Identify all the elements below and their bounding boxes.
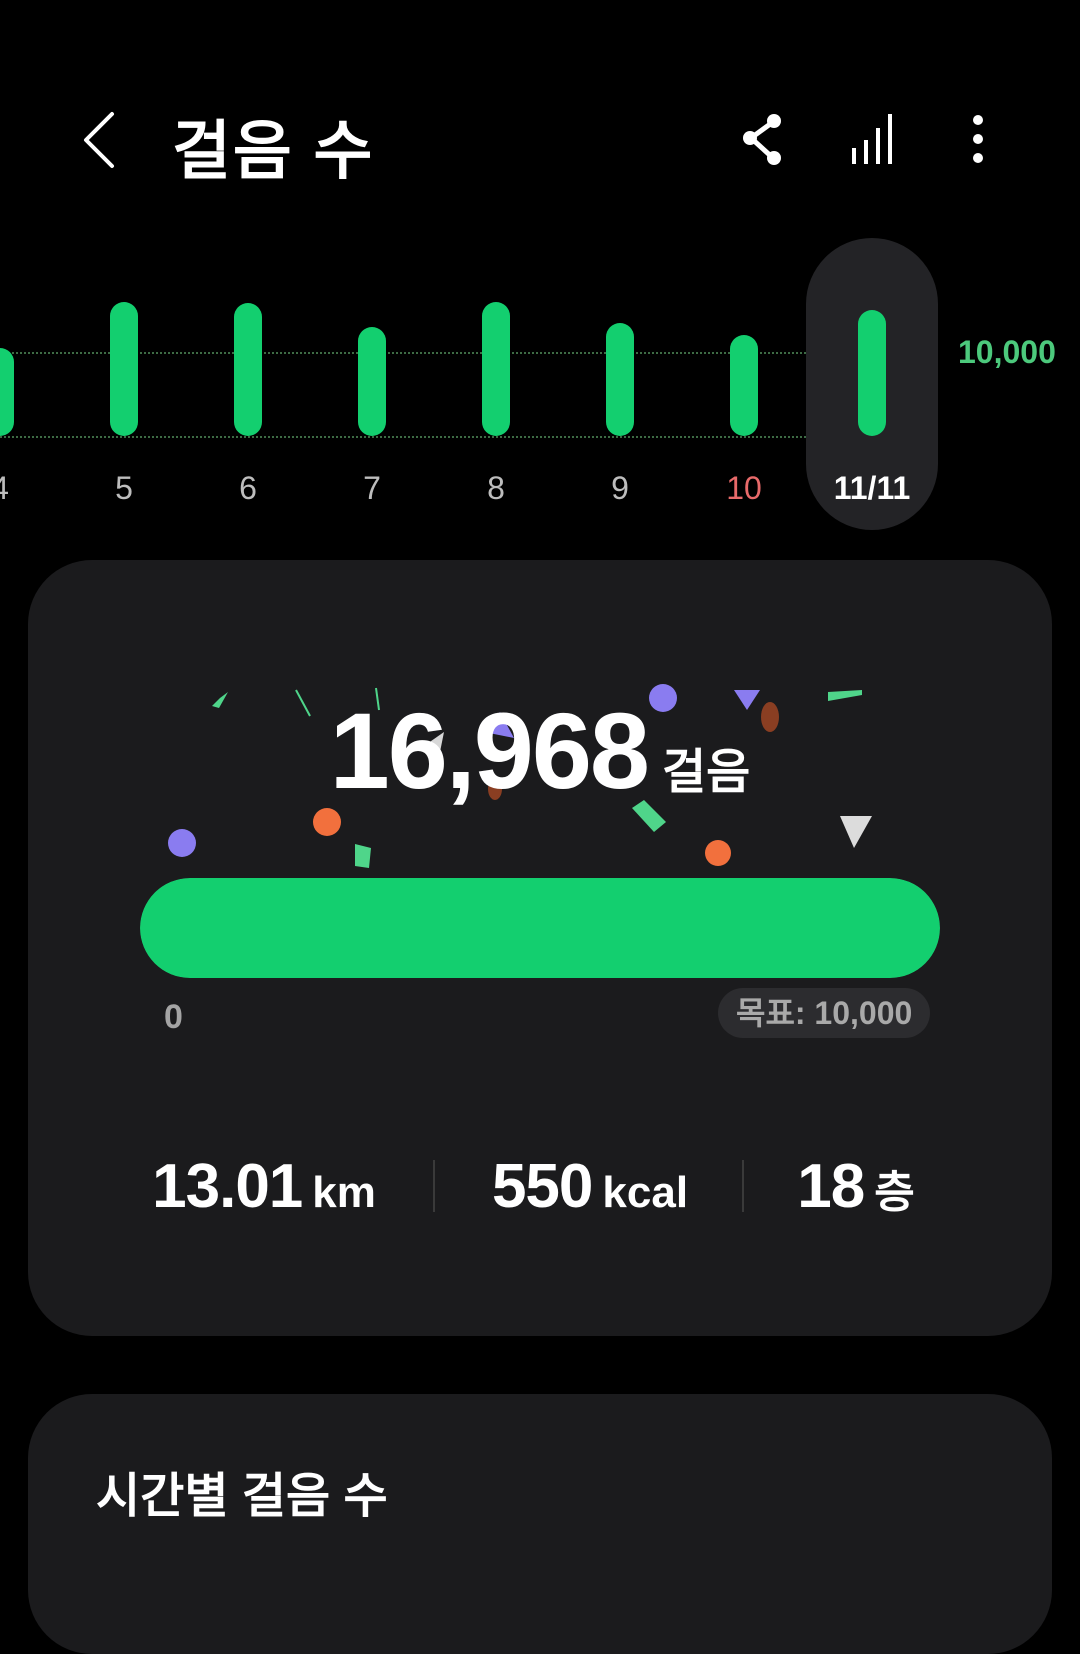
more-options-button[interactable] [948, 108, 1008, 172]
day-label-6[interactable]: 6 [188, 470, 308, 507]
trend-chart-icon [852, 114, 892, 164]
day-bar-7[interactable] [358, 327, 386, 436]
distance-stat: 13.01 km [104, 1132, 424, 1258]
back-arrow-icon [84, 112, 114, 168]
progress-min-label: 0 [164, 998, 183, 1036]
day-label-11-11[interactable]: 11/11 [812, 470, 932, 507]
daily-steps-strip: 10,000 4567891011/11 [0, 230, 1080, 550]
distance-value: 13.01 [152, 1152, 303, 1221]
trend-button[interactable] [844, 108, 904, 172]
share-button[interactable] [736, 108, 796, 172]
floors-unit: 층 [874, 1168, 915, 1217]
steps-value: 16,968 [329, 690, 650, 811]
day-bar-10[interactable] [730, 335, 758, 436]
hourly-steps-card[interactable]: 시간별 걸음 수 [28, 1394, 1052, 1654]
day-label-9[interactable]: 9 [560, 470, 680, 507]
distance-unit: km [312, 1168, 376, 1217]
calories-value: 550 [491, 1152, 593, 1221]
share-icon [743, 114, 781, 165]
activity-stats: 13.01 km 550 kcal 18 층 [28, 1132, 1052, 1242]
hourly-steps-title: 시간별 걸음 수 [96, 1470, 388, 1523]
day-bar-9[interactable] [606, 323, 634, 436]
day-bar-4[interactable] [0, 348, 14, 436]
goal-badge[interactable]: 목표: 10,000 [718, 988, 931, 1038]
page-title: 걸음 수 [172, 115, 375, 187]
goal-progress-fill [140, 878, 940, 978]
steps-unit: 걸음 [662, 746, 751, 799]
steps-summary-card: 16,968 걸음 0 목표: 10,000 13.01 km 550 kcal 18… [28, 560, 1052, 1336]
floors-value: 18 [797, 1152, 865, 1221]
day-label-7[interactable]: 7 [312, 470, 432, 507]
day-bar-5[interactable] [110, 302, 138, 436]
goal-axis-label: 10,000 [958, 334, 1056, 370]
day-bar-11-11[interactable] [858, 310, 886, 436]
calories-unit: kcal [602, 1168, 689, 1217]
more-vert-icon [973, 115, 983, 163]
floors-stat: 18 층 [696, 1132, 1016, 1258]
day-bar-6[interactable] [234, 303, 262, 436]
day-label-4[interactable]: 4 [0, 470, 60, 507]
day-label-10[interactable]: 10 [684, 470, 804, 507]
goal-progress-bar [140, 878, 940, 978]
day-label-8[interactable]: 8 [436, 470, 556, 507]
back-button[interactable] [78, 108, 128, 172]
steps-total: 16,968 걸음 [28, 688, 1052, 813]
day-bar-8[interactable] [482, 302, 510, 436]
day-label-5[interactable]: 5 [64, 470, 184, 507]
baseline [0, 436, 806, 438]
